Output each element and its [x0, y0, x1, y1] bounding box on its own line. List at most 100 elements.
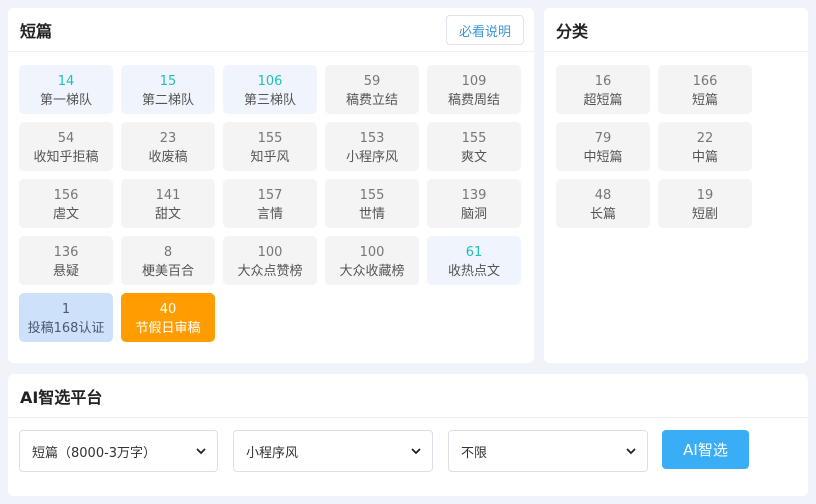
tile-count: 139	[461, 188, 487, 203]
chevron-down-icon	[411, 448, 421, 455]
style-select-value: 小程序风	[246, 445, 299, 461]
tile-count: 19	[696, 188, 714, 203]
category-panel-title: 分类	[556, 21, 589, 41]
ai-panel-header: AI智选平台	[8, 374, 808, 418]
tile-count: 8	[163, 245, 173, 260]
tile-count: 100	[257, 245, 283, 260]
tile-label: 投稿168认证	[27, 321, 105, 336]
tile-label: 梗美百合	[141, 264, 194, 279]
ai-panel-title: AI智选平台	[20, 387, 103, 407]
tile-count: 15	[159, 74, 177, 89]
tier-select-value: 不限	[461, 445, 488, 461]
tile-短剧[interactable]: 19 短剧	[658, 179, 752, 228]
tile-label: 收知乎拒稿	[33, 150, 99, 165]
tile-梗美百合[interactable]: 8 梗美百合	[121, 236, 215, 285]
tile-label: 言情	[256, 207, 283, 222]
tile-count: 79	[594, 131, 612, 146]
tile-label: 世情	[358, 207, 385, 222]
tile-label: 收废稿	[148, 150, 188, 165]
tile-count: 156	[53, 188, 79, 203]
tile-大众收藏榜[interactable]: 100 大众收藏榜	[325, 236, 419, 285]
tile-大众点赞榜[interactable]: 100 大众点赞榜	[223, 236, 317, 285]
tile-label: 收热点文	[447, 264, 500, 279]
tile-小程序风[interactable]: 153 小程序风	[325, 122, 419, 171]
short-panel: 短篇 必看说明 14 第一梯队 15 第二梯队 106 第三梯队 59 稿费立结 109 稿费周结…	[8, 8, 534, 363]
tile-label: 节假日审稿	[135, 321, 201, 336]
category-panel-header: 分类	[544, 8, 808, 52]
tile-短篇[interactable]: 166 短篇	[658, 65, 752, 114]
short-panel-header: 短篇 必看说明	[8, 8, 534, 52]
tile-count: 106	[257, 74, 283, 89]
tile-count: 23	[159, 131, 177, 146]
tile-count: 61	[465, 245, 483, 260]
tile-第一梯队[interactable]: 14 第一梯队	[19, 65, 113, 114]
tile-言情[interactable]: 157 言情	[223, 179, 317, 228]
tile-脑洞[interactable]: 139 脑洞	[427, 179, 521, 228]
tile-label: 短篇	[691, 93, 718, 108]
length-select[interactable]: 短篇（8000-3万字）	[19, 430, 218, 472]
tile-知乎风[interactable]: 155 知乎风	[223, 122, 317, 171]
tile-第二梯队[interactable]: 15 第二梯队	[121, 65, 215, 114]
tile-长篇[interactable]: 48 长篇	[556, 179, 650, 228]
tile-count: 166	[692, 74, 718, 89]
tile-label: 爽文	[460, 150, 487, 165]
tile-中短篇[interactable]: 79 中短篇	[556, 122, 650, 171]
tile-count: 40	[159, 302, 177, 317]
tile-count: 22	[696, 131, 714, 146]
tile-收知乎拒稿[interactable]: 54 收知乎拒稿	[19, 122, 113, 171]
chevron-down-icon	[626, 448, 636, 455]
tile-label: 小程序风	[345, 150, 398, 165]
tile-label: 甜文	[154, 207, 181, 222]
tile-count: 136	[53, 245, 79, 260]
tile-count: 16	[594, 74, 612, 89]
tile-label: 大众收藏榜	[339, 264, 405, 279]
tile-悬疑[interactable]: 136 悬疑	[19, 236, 113, 285]
tile-label: 脑洞	[460, 207, 487, 222]
ai-panel: AI智选平台 短篇（8000-3万字） 小程序风 不限 AI智选	[8, 374, 808, 496]
tile-count: 155	[359, 188, 385, 203]
tile-count: 141	[155, 188, 181, 203]
short-panel-title: 短篇	[20, 21, 53, 41]
tile-count: 14	[57, 74, 75, 89]
ai-select-button[interactable]: AI智选	[662, 430, 749, 469]
tile-爽文[interactable]: 155 爽文	[427, 122, 521, 171]
tile-收废稿[interactable]: 23 收废稿	[121, 122, 215, 171]
tile-count: 100	[359, 245, 385, 260]
tile-label: 短剧	[691, 207, 718, 222]
tile-超短篇[interactable]: 16 超短篇	[556, 65, 650, 114]
length-select-value: 短篇（8000-3万字）	[32, 445, 157, 461]
tile-count: 54	[57, 131, 75, 146]
tile-count: 153	[359, 131, 385, 146]
chevron-down-icon	[196, 448, 206, 455]
tile-稿费周结[interactable]: 109 稿费周结	[427, 65, 521, 114]
tile-count: 1	[61, 302, 71, 317]
tile-label: 大众点赞榜	[237, 264, 303, 279]
tile-label: 知乎风	[250, 150, 290, 165]
style-select[interactable]: 小程序风	[233, 430, 433, 472]
tile-label: 中短篇	[583, 150, 623, 165]
tile-世情[interactable]: 155 世情	[325, 179, 419, 228]
tile-count: 155	[461, 131, 487, 146]
tile-稿费立结[interactable]: 59 稿费立结	[325, 65, 419, 114]
tile-label: 稿费周结	[447, 93, 500, 108]
tile-count: 109	[461, 74, 487, 89]
tile-中篇[interactable]: 22 中篇	[658, 122, 752, 171]
tile-label: 虐文	[52, 207, 79, 222]
tile-label: 中篇	[691, 150, 718, 165]
tile-收热点文[interactable]: 61 收热点文	[427, 236, 521, 285]
tile-第三梯队[interactable]: 106 第三梯队	[223, 65, 317, 114]
tile-label: 第二梯队	[141, 93, 194, 108]
tile-虐文[interactable]: 156 虐文	[19, 179, 113, 228]
guide-button[interactable]: 必看说明	[445, 15, 524, 45]
tile-label: 悬疑	[52, 264, 79, 279]
tile-label: 第三梯队	[243, 93, 296, 108]
tier-select[interactable]: 不限	[448, 430, 648, 472]
tile-甜文[interactable]: 141 甜文	[121, 179, 215, 228]
tile-label: 第一梯队	[39, 93, 92, 108]
tile-节假日审稿[interactable]: 40 节假日审稿	[121, 293, 215, 342]
tile-label: 长篇	[589, 207, 616, 222]
tile-count: 157	[257, 188, 283, 203]
category-panel: 分类 16 超短篇 166 短篇 79 中短篇 22 中篇 48 长篇 19 短剧	[544, 8, 808, 363]
tile-投稿168认证[interactable]: 1 投稿168认证	[19, 293, 113, 342]
tile-label: 稿费立结	[345, 93, 398, 108]
